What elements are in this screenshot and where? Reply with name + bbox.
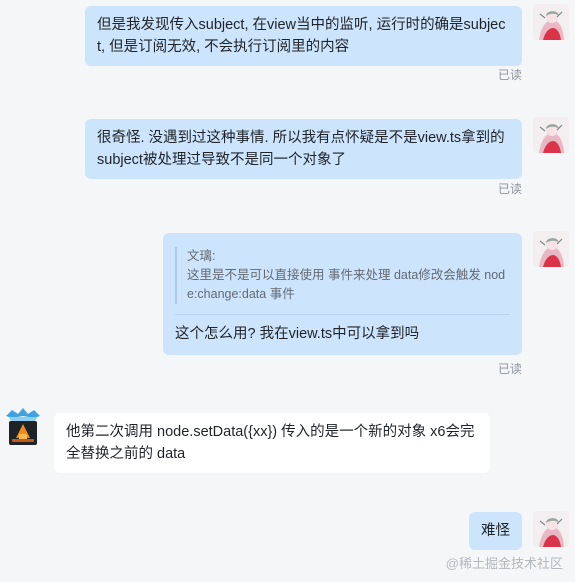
message-bubble-outgoing[interactable]: 难怪 bbox=[469, 512, 522, 550]
quote-author: 文璃: bbox=[187, 249, 216, 263]
anime-avatar-icon bbox=[533, 231, 569, 267]
message-text: 他第二次调用 node.setData({xx}) 传入的是一个新的对象 x6会… bbox=[66, 424, 475, 462]
read-status: 已读 bbox=[497, 362, 522, 376]
user-avatar[interactable] bbox=[533, 4, 569, 40]
read-status: 已读 bbox=[497, 182, 522, 196]
chat-message-list: 但是我发现传入subject, 在view当中的监听, 运行时的确是subjec… bbox=[0, 0, 575, 582]
read-status: 已读 bbox=[497, 68, 522, 82]
watermark: @稀土掘金技术社区 bbox=[445, 556, 563, 571]
anime-avatar-icon bbox=[533, 4, 569, 40]
message-text: 难怪 bbox=[481, 523, 510, 539]
user-avatar[interactable] bbox=[533, 511, 569, 547]
message-bubble-outgoing[interactable]: 很奇怪. 没遇到过这种事情. 所以我有点怀疑是不是view.ts拿到的subje… bbox=[85, 119, 522, 179]
message-bubble-outgoing-reply[interactable]: 文璃: 这里是不是可以直接使用 事件来处理 data修改会触发 node:cha… bbox=[163, 233, 522, 355]
quoted-message[interactable]: 文璃: 这里是不是可以直接使用 事件来处理 data修改会触发 node:cha… bbox=[175, 247, 510, 304]
contact-avatar[interactable] bbox=[4, 406, 42, 448]
message-bubble-incoming[interactable]: 他第二次调用 node.setData({xx}) 传入的是一个新的对象 x6会… bbox=[54, 413, 490, 473]
user-avatar[interactable] bbox=[533, 231, 569, 267]
quote-divider bbox=[175, 314, 510, 315]
message-text: 但是我发现传入subject, 在view当中的监听, 运行时的确是subjec… bbox=[97, 17, 506, 55]
quote-text: 这里是不是可以直接使用 事件来处理 data修改会触发 node:change:… bbox=[187, 268, 506, 301]
user-avatar[interactable] bbox=[533, 117, 569, 153]
anime-avatar-icon bbox=[533, 511, 569, 547]
message-text: 这个怎么用? 我在view.ts中可以拿到吗 bbox=[175, 326, 420, 342]
message-text: 很奇怪. 没遇到过这种事情. 所以我有点怀疑是不是view.ts拿到的subje… bbox=[97, 130, 505, 168]
pixel-bird-avatar-icon bbox=[4, 406, 42, 448]
anime-avatar-icon bbox=[533, 117, 569, 153]
message-bubble-outgoing[interactable]: 但是我发现传入subject, 在view当中的监听, 运行时的确是subjec… bbox=[85, 6, 522, 66]
